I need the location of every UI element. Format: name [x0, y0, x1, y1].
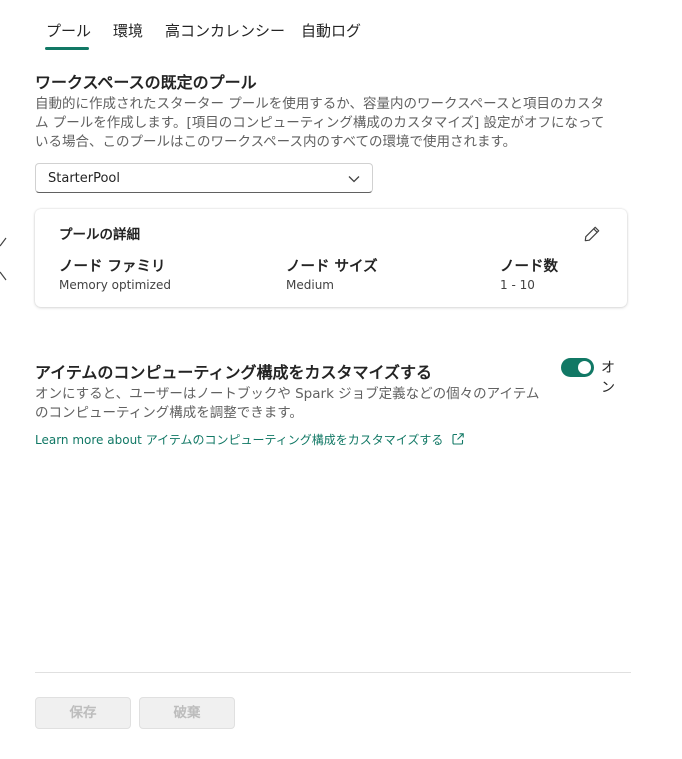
tab-pool[interactable]: プール	[46, 20, 91, 41]
pool-select-value: StarterPool	[48, 171, 120, 186]
tab-automatic-log[interactable]: 自動ログ	[301, 20, 361, 41]
node-size-header: ノード サイズ	[286, 259, 378, 275]
toggle-knob	[578, 361, 591, 374]
node-count-value: 1 - 10	[500, 278, 535, 292]
save-button[interactable]: 保存	[35, 697, 131, 729]
node-family-header: ノード ファミリ	[59, 259, 166, 275]
learn-more-link-text: Learn more about アイテムのコンピューティング構成をカスタマイズ…	[35, 433, 444, 447]
external-link-icon	[452, 433, 464, 445]
node-count-header: ノード数	[500, 259, 558, 275]
customize-compute-description: オンにすると、ユーザーはノートブックや Spark ジョブ定義などの個々のアイテ…	[35, 385, 565, 423]
description-line: のコンピューティング構成を調整できます。	[35, 405, 303, 421]
tab-high-concurrency[interactable]: 高コンカレンシー	[165, 20, 285, 41]
description-line: オンにすると、ユーザーはノートブックや Spark ジョブ定義などの個々のアイテ…	[35, 386, 540, 402]
description-line: 自動的に作成されたスターター プールを使用するか、容量内のワークスペースと項目の…	[35, 96, 604, 112]
toggle-state-label: オン	[601, 360, 615, 396]
chevron-down-icon	[348, 176, 360, 183]
collapse-panel-icon[interactable]	[0, 232, 8, 286]
node-family-value: Memory optimized	[59, 278, 171, 292]
active-tab-indicator	[45, 47, 89, 50]
learn-more-link[interactable]: Learn more about アイテムのコンピューティング構成をカスタマイズ…	[35, 431, 465, 448]
pool-select-dropdown[interactable]: StarterPool	[35, 163, 373, 193]
description-line: ム プールを作成します。[項目のコンピューティング構成のカスタマイズ] 設定がオ…	[35, 115, 605, 131]
node-size-value: Medium	[286, 278, 334, 292]
tab-environment[interactable]: 環境	[113, 20, 143, 41]
footer-divider	[35, 672, 631, 673]
discard-button[interactable]: 破棄	[139, 697, 235, 729]
description-line: いる場合、このプールはこのワークスペース内のすべての環境で使用されます。	[35, 134, 517, 150]
pool-details-title: プールの詳細	[59, 227, 140, 243]
default-pool-description: 自動的に作成されたスターター プールを使用するか、容量内のワークスペースと項目の…	[35, 95, 635, 152]
customize-compute-toggle[interactable]	[561, 358, 594, 377]
default-pool-title: ワークスペースの既定のプール	[35, 73, 257, 92]
pencil-icon[interactable]	[583, 225, 601, 243]
pool-details-card: プールの詳細 ノード ファミリ Memory optimized ノード サイズ…	[35, 209, 627, 307]
customize-compute-title: アイテムのコンピューティング構成をカスタマイズする	[35, 363, 432, 382]
